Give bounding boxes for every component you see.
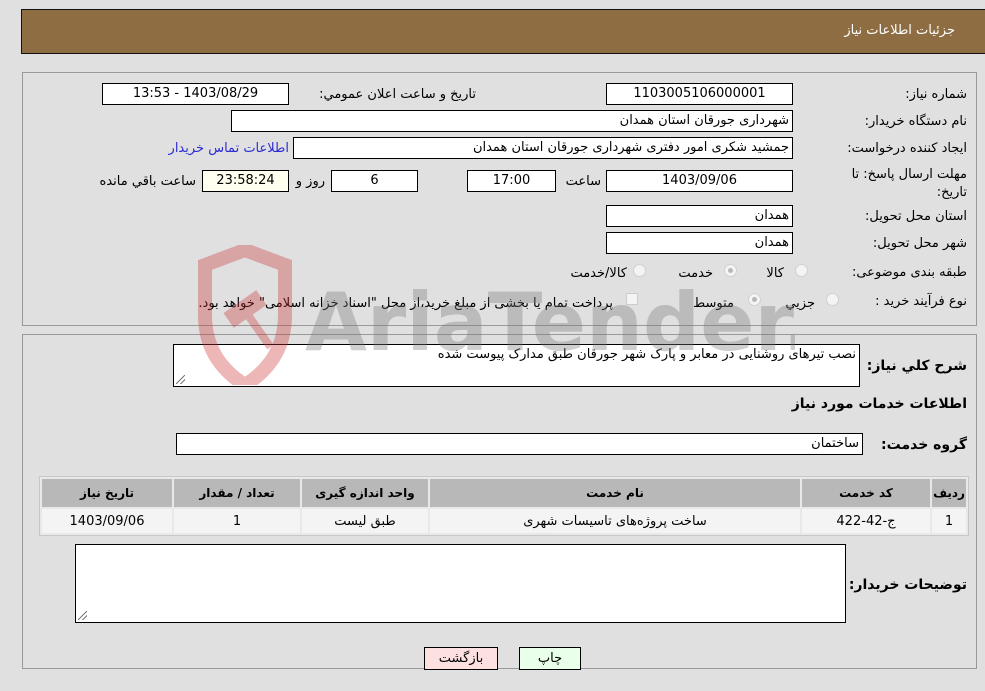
table-header-row: ردیف کد خدمت نام خدمت واحد اندازه گیری ت… (42, 479, 966, 507)
purchase-type-radio-medium[interactable] (748, 293, 761, 306)
treasury-checkbox[interactable] (626, 293, 638, 305)
deadline-time-field: 17:00 (467, 170, 556, 192)
purchase-type-label: نوع فرآیند خرید : (875, 294, 967, 309)
delivery-city-field: همدان (606, 232, 793, 254)
page-header: جزئیات اطلاعات نیاز (21, 9, 985, 54)
need-number-label: شماره نیاز: (905, 87, 967, 102)
deadline-time-label: ساعت (565, 174, 601, 189)
print-button[interactable]: چاپ (519, 647, 581, 670)
cell-service-code: ج-42-422 (802, 509, 930, 533)
cell-need-date: 1403/09/06 (42, 509, 172, 533)
cell-service-name: ساخت پروژه‌های تاسیسات شهری (430, 509, 800, 533)
cell-quantity: 1 (174, 509, 300, 533)
delivery-city-label: شهر محل تحویل: (872, 236, 967, 251)
category-radio-goods[interactable] (795, 264, 808, 277)
table-row: 1 ج-42-422 ساخت پروژه‌های تاسیسات شهری ط… (42, 509, 966, 533)
requester-label: ایجاد کننده درخواست: (847, 141, 967, 156)
services-section-title: اطلاعات خدمات مورد نیاز (791, 396, 967, 412)
need-number-field: 1103005106000001 (606, 83, 793, 105)
category-option-goods: کالا (766, 266, 784, 281)
buyer-notes-textarea[interactable] (75, 544, 846, 623)
remaining-time-field: 23:58:24 (202, 170, 289, 192)
col-header-service-name: نام خدمت (430, 479, 800, 507)
treasury-note: پرداخت تمام یا بخشی از مبلغ خرید،از محل … (198, 296, 613, 311)
page-title: جزئیات اطلاعات نیاز (844, 23, 955, 38)
buyer-org-field: شهرداری جورقان استان همدان (231, 110, 793, 132)
delivery-province-field: همدان (606, 205, 793, 227)
deadline-label: مهلت ارسال پاسخ: تا تاریخ: (851, 167, 967, 200)
resize-grip-icon[interactable] (176, 375, 185, 384)
col-header-row-number: ردیف (932, 479, 966, 507)
remaining-time-label: ساعت باقي مانده (99, 174, 196, 189)
description-text: نصب تیرهای روشنایی در معابر و پارک شهر ج… (437, 347, 856, 362)
buyer-contact-link[interactable]: اطلاعات تماس خریدار (169, 141, 289, 156)
remaining-days-field: 6 (331, 170, 418, 192)
col-header-unit: واحد اندازه گیری (302, 479, 428, 507)
delivery-province-label: استان محل تحویل: (865, 209, 967, 224)
col-header-quantity: تعداد / مقدار (174, 479, 300, 507)
category-option-service: خدمت (678, 266, 713, 281)
deadline-date-field: 1403/09/06 (606, 170, 793, 192)
cell-row-number: 1 (932, 509, 966, 533)
cell-unit: طبق لیست (302, 509, 428, 533)
col-header-service-code: کد خدمت (802, 479, 930, 507)
purchase-type-radio-minor[interactable] (826, 293, 839, 306)
back-button[interactable]: بازگشت (424, 647, 498, 670)
announce-datetime-label: تاریخ و ساعت اعلان عمومي: (319, 87, 476, 102)
service-group-label: گروه خدمت: (881, 437, 967, 453)
category-radio-service[interactable] (724, 264, 737, 277)
category-option-goods-service: کالا/خدمت (570, 266, 627, 281)
description-label: شرح کلي نیاز: (866, 358, 967, 374)
purchase-type-option-minor: جزيي (785, 296, 815, 311)
description-textarea[interactable]: نصب تیرهای روشنایی در معابر و پارک شهر ج… (173, 344, 860, 387)
resize-grip-icon[interactable] (78, 611, 87, 620)
buyer-org-label: نام دستگاه خریدار: (864, 114, 967, 129)
services-table: ردیف کد خدمت نام خدمت واحد اندازه گیری ت… (39, 476, 969, 536)
purchase-type-option-medium: متوسط (693, 296, 734, 311)
service-group-field: ساختمان (176, 433, 863, 455)
requester-field: جمشید شکری امور دفتری شهرداری جورقان است… (293, 137, 793, 159)
announce-datetime-field: 1403/08/29 - 13:53 (102, 83, 289, 105)
col-header-need-date: تاریخ نیاز (42, 479, 172, 507)
days-label: روز و (295, 174, 325, 189)
category-radio-goods-service[interactable] (633, 264, 646, 277)
buyer-notes-label: توضیحات خریدار: (848, 577, 967, 593)
category-label: طبقه بندی موضوعی: (851, 265, 967, 280)
